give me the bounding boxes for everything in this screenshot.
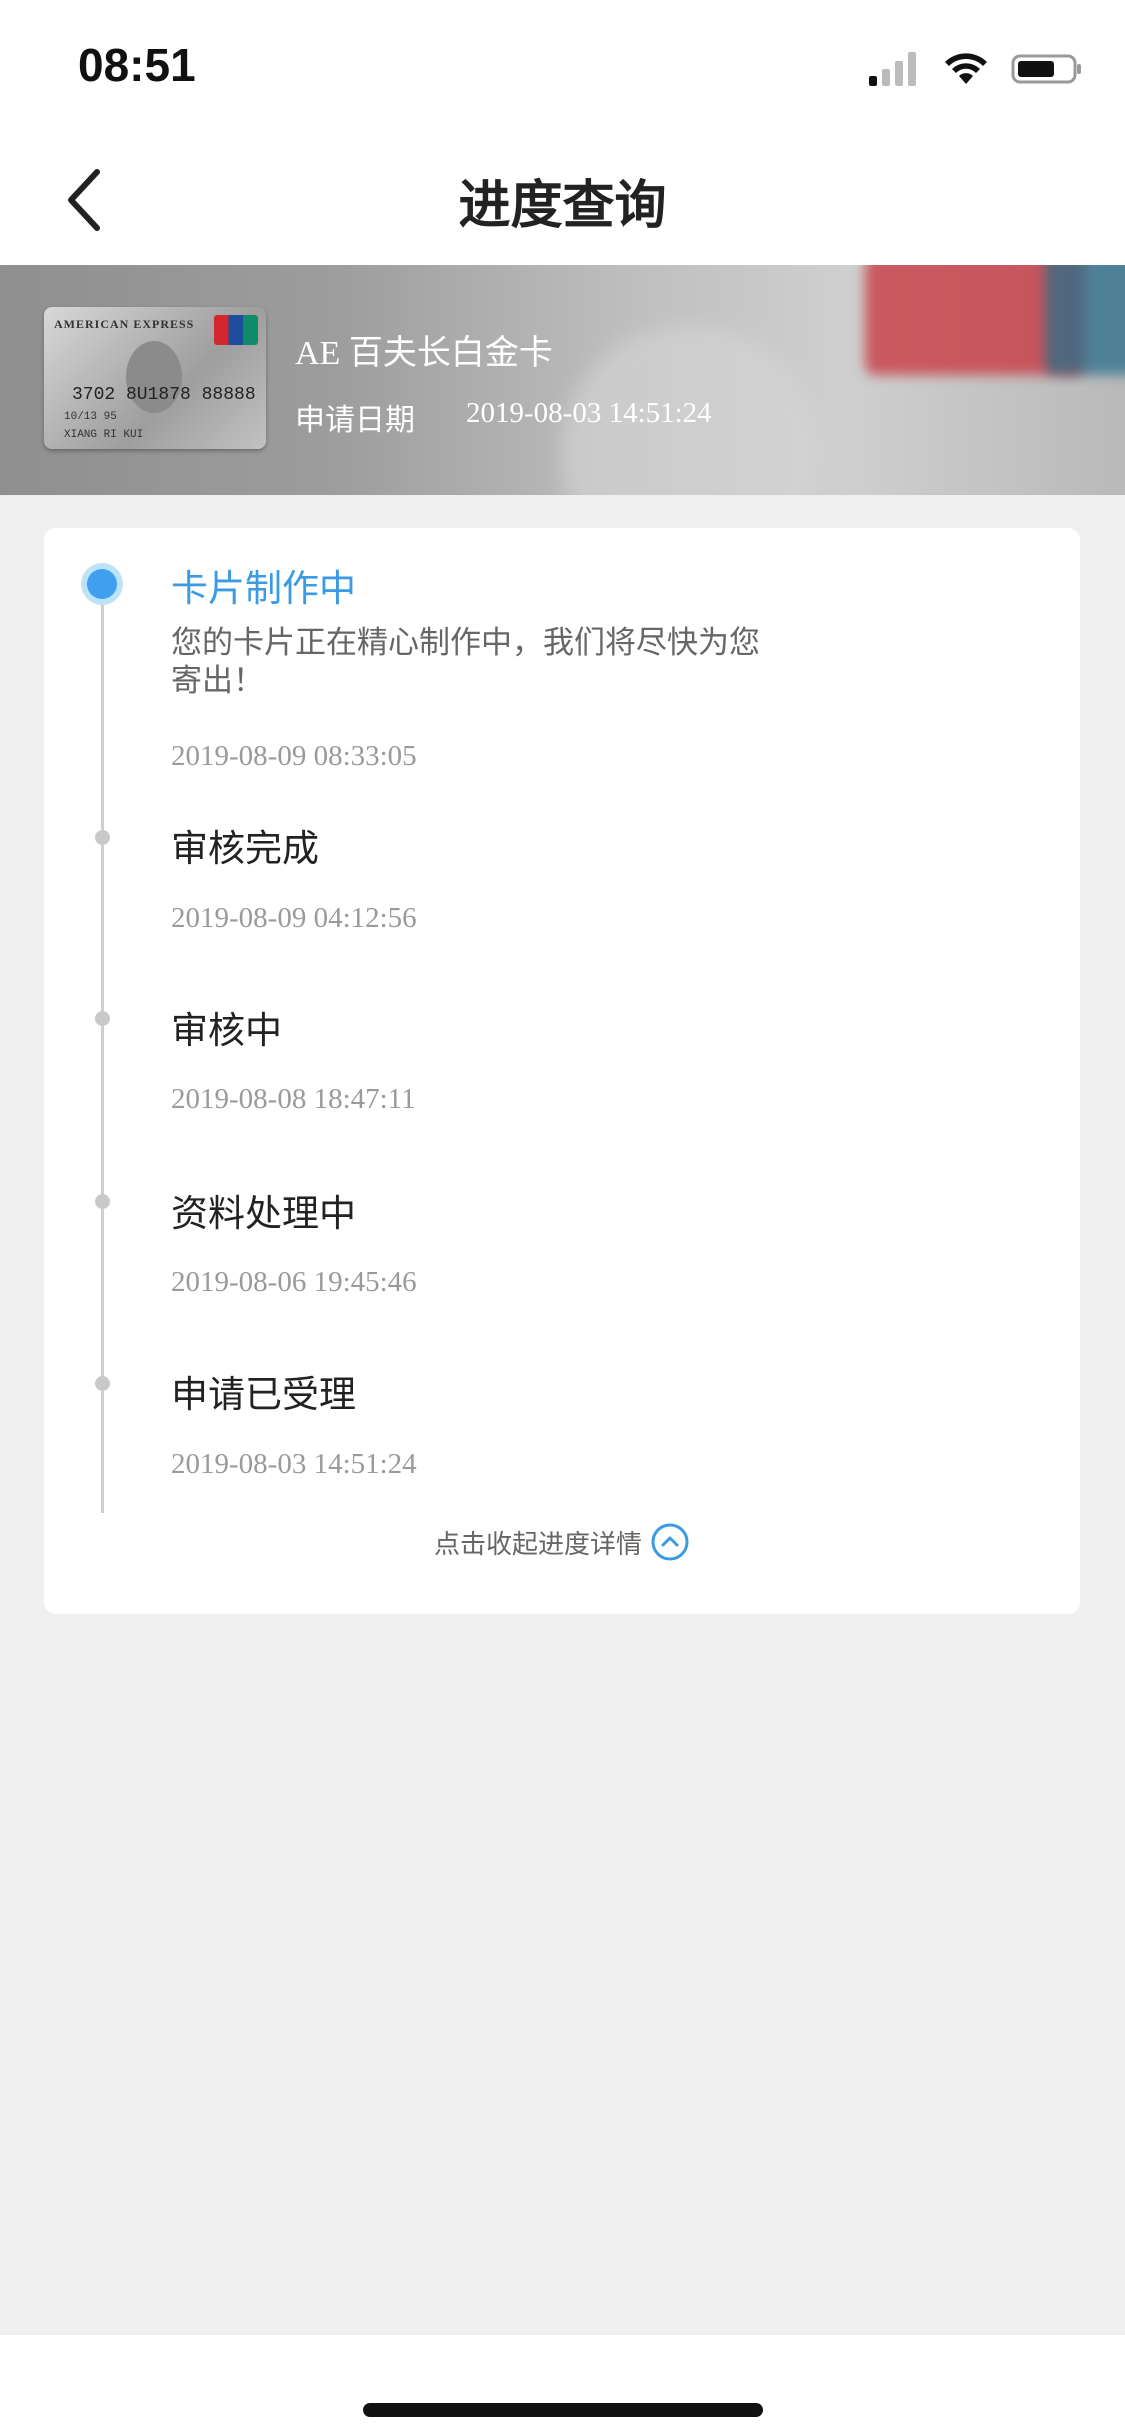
step-dot	[95, 1011, 110, 1026]
step-time: 2019-08-08 18:47:11	[171, 1083, 416, 1115]
unionpay-logo	[214, 315, 258, 345]
status-bar: 08:51	[0, 0, 1125, 135]
step-dot	[95, 1194, 110, 1209]
status-icons	[869, 48, 1083, 90]
card-banner: AMERICAN EXPRESS 3702 8U1878 88888 10/13…	[0, 265, 1125, 495]
collapse-details-label: 点击收起进度详情	[433, 1529, 642, 1560]
home-indicator[interactable]	[363, 2403, 763, 2417]
signal-icon	[869, 52, 916, 86]
card-expiry-text: 10/13 95	[64, 411, 117, 423]
page-title: 进度查询	[458, 176, 667, 236]
step-time: 2019-08-09 04:12:56	[171, 902, 417, 934]
chevron-up-circle-icon	[651, 1523, 689, 1561]
collapse-details-button[interactable]: 点击收起进度详情	[44, 1522, 1080, 1562]
step-title: 申请已受理	[171, 1373, 356, 1416]
step-title-current: 卡片制作中	[171, 567, 356, 610]
progress-card: 卡片制作中 您的卡片正在精心制作中，我们将尽快为您寄出！ 2019-08-09 …	[44, 528, 1080, 1614]
timeline-line	[101, 583, 104, 1513]
nav-bar: 进度查询	[0, 135, 1125, 265]
step-description: 您的卡片正在精心制作中，我们将尽快为您寄出！	[171, 625, 760, 699]
wifi-icon	[945, 53, 987, 84]
step-dot	[95, 1376, 110, 1391]
step-time: 2019-08-03 14:51:24	[171, 1448, 417, 1480]
current-step-dot	[81, 563, 123, 605]
step-title: 资料处理中	[171, 1192, 356, 1235]
card-name: AE 百夫长白金卡	[295, 335, 553, 372]
card-brand-text: AMERICAN EXPRESS	[54, 317, 195, 331]
step-title: 审核完成	[171, 827, 319, 870]
apply-date-value: 2019-08-03 14:51:24	[466, 397, 712, 429]
card-holder-text: XIANG RI KUI	[64, 429, 144, 441]
apply-date-label: 申请日期	[295, 403, 415, 438]
card-number-text: 3702 8U1878 88888	[72, 385, 256, 405]
step-dot	[95, 830, 110, 845]
step-time: 2019-08-09 08:33:05	[171, 740, 417, 772]
home-bar	[0, 2335, 1125, 2436]
status-time: 08:51	[78, 39, 196, 91]
step-time: 2019-08-06 19:45:46	[171, 1266, 417, 1298]
battery-icon	[1011, 54, 1081, 84]
step-title: 审核中	[171, 1009, 282, 1052]
card-image: AMERICAN EXPRESS 3702 8U1878 88888 10/13…	[44, 307, 266, 449]
